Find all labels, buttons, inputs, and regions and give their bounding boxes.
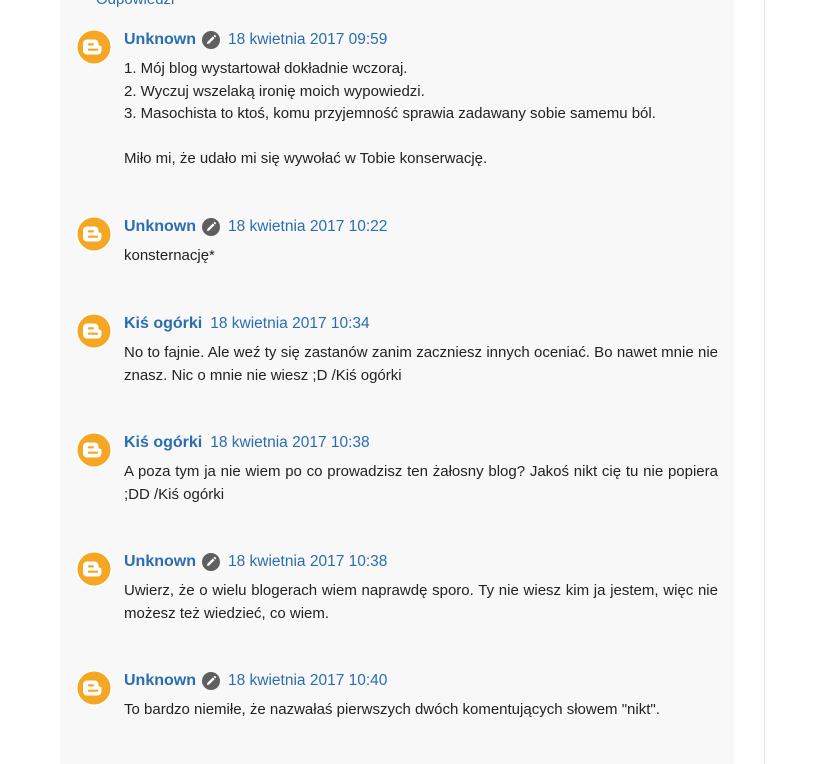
comment-text: A poza tym ja nie wiem po co prowadzisz …	[124, 463, 718, 503]
comment-body: No to fajnie. Ale weź ty się zastanów za…	[124, 342, 718, 387]
comment-text: 2. Wyczuj wszelaką ironię moich wypowied…	[124, 82, 425, 100]
comment-date-link[interactable]: 18 kwietnia 2017 10:22	[228, 218, 387, 236]
comment-author-link[interactable]: Unknown	[124, 553, 196, 571]
comment-text: 1. Mój blog wystartował dokładnie wczora…	[124, 60, 408, 77]
comment-body: To bardzo niemiłe, że nazwałaś pierwszyc…	[124, 699, 718, 722]
comment-text: konsternację*	[124, 247, 215, 264]
comment-text: No to fajnie. Ale weź ty się zastanów za…	[124, 344, 718, 384]
comment-date-link[interactable]: 18 kwietnia 2017 10:38	[228, 553, 387, 571]
comment-date-link[interactable]: 18 kwietnia 2017 10:34	[210, 315, 369, 333]
pencil-icon	[202, 31, 220, 49]
comment-header: Kiś ogórki 18 kwietnia 2017 10:34	[124, 313, 370, 335]
comment-text: To bardzo niemiłe, że nazwałaś pierwszyc…	[124, 701, 660, 718]
sidebar-divider	[764, 0, 765, 764]
comment-text: 3. Masochista to ktoś, komu przyjemność …	[124, 105, 656, 122]
comment-body: 1. Mój blog wystartował dokładnie wczora…	[124, 58, 718, 171]
comment-date-link[interactable]: 18 kwietnia 2017 10:40	[228, 672, 387, 690]
comment-author-link[interactable]: Unknown	[124, 672, 196, 690]
pencil-icon	[202, 218, 220, 236]
comment-header: Unknown 18 kwietnia 2017 09:59	[124, 29, 387, 51]
comment-date-link[interactable]: 18 kwietnia 2017 09:59	[228, 31, 387, 49]
blogger-icon[interactable]	[76, 551, 112, 587]
comment-text: Uwierz, że o wielu blogerach wiem napraw…	[124, 582, 718, 622]
blogger-icon[interactable]	[76, 670, 112, 706]
comment-header: Kiś ogórki 18 kwietnia 2017 10:38	[124, 432, 370, 454]
pencil-icon	[202, 553, 220, 571]
comment-body: Uwierz, że o wielu blogerach wiem napraw…	[124, 580, 718, 625]
comment-date-link[interactable]: 18 kwietnia 2017 10:38	[210, 434, 369, 452]
blogger-icon[interactable]	[76, 313, 112, 349]
comment-author-link[interactable]: Kiś ogórki	[124, 315, 202, 333]
blogger-icon[interactable]	[76, 432, 112, 468]
comment-author-link[interactable]: Unknown	[124, 218, 196, 236]
comment-header: Unknown 18 kwietnia 2017 10:38	[124, 551, 387, 573]
blogger-icon[interactable]	[76, 29, 112, 65]
comment-text: Miło mi, że udało mi się wywołać w Tobie…	[124, 150, 488, 167]
comment-body: konsternację*	[124, 245, 718, 268]
comment-body: A poza tym ja nie wiem po co prowadzisz …	[124, 461, 718, 506]
comment-author-link[interactable]: Kiś ogórki	[124, 434, 202, 452]
comment-author-link[interactable]: Unknown	[124, 31, 196, 49]
replies-link[interactable]: Odpowiedzi	[96, 0, 174, 8]
comment-header: Unknown 18 kwietnia 2017 10:40	[124, 670, 387, 692]
blogger-icon[interactable]	[76, 216, 112, 252]
pencil-icon	[202, 672, 220, 690]
comment-header: Unknown 18 kwietnia 2017 10:22	[124, 216, 387, 238]
